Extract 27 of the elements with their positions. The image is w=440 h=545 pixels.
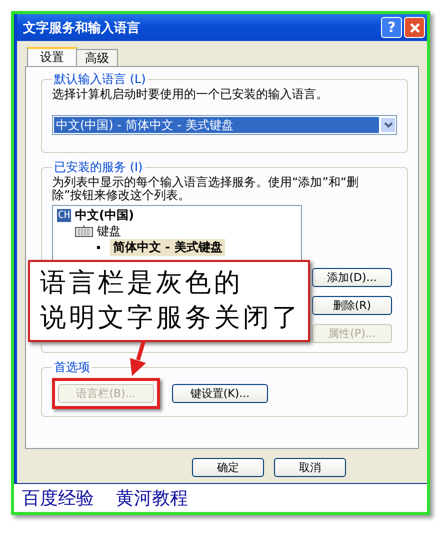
- tree-item[interactable]: 键盘: [97, 222, 121, 240]
- dialog-button[interactable]: 删除(R): [312, 296, 392, 315]
- tab[interactable]: 设置: [27, 47, 77, 66]
- window-title: 文字服务和输入语言: [23, 20, 141, 36]
- group-title: 默认输入语言 (L): [53, 71, 147, 88]
- tab[interactable]: 高级: [76, 49, 118, 66]
- callout-text: 语言栏是灰色的: [40, 267, 244, 300]
- group-title: 首选项: [53, 359, 91, 376]
- bullet-icon: [97, 246, 100, 248]
- description-text: 为列表中显示的每个输入语言选择服务。使用“添加”和“删除”按钮来修改这个列表。: [52, 176, 360, 202]
- keyboard-icon: [75, 225, 93, 237]
- language-badge: CH: [57, 208, 72, 222]
- description-text: 选择计算机启动时要使用的一个已安装的输入语言。: [52, 88, 329, 101]
- dialog-button[interactable]: 添加(D)...: [312, 268, 392, 287]
- dialog-button[interactable]: 取消: [274, 458, 346, 477]
- language-dropdown[interactable]: 中文(中国) - 简体中文 - 美式键盘: [52, 115, 397, 135]
- help-button[interactable]: ?: [381, 17, 402, 38]
- caption-text: 黄河教程: [116, 487, 188, 510]
- caption-text: 百度经验: [22, 487, 94, 510]
- callout-text: 说明文字服务关闭了: [40, 302, 298, 335]
- close-icon: [408, 22, 420, 34]
- dialog-button[interactable]: 确定: [192, 458, 264, 477]
- close-button[interactable]: [404, 17, 425, 38]
- tree-item[interactable]: 简体中文 - 美式键盘: [110, 238, 226, 256]
- group-title: 已安装的服务 (I): [53, 159, 144, 176]
- dialog-button[interactable]: 键设置(K)...: [172, 384, 268, 403]
- tree-item[interactable]: 中文(中国): [75, 206, 134, 224]
